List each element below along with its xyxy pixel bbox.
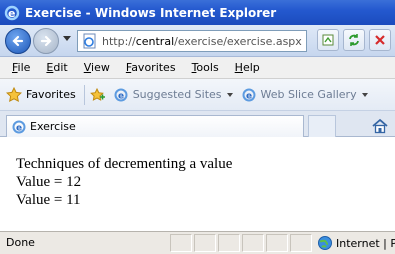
address-url[interactable]: http://central/exercise/exercise.aspx (102, 35, 302, 48)
ie-logo-icon: e (4, 5, 20, 20)
favorites-label: Favorites (26, 88, 76, 101)
ie-page-icon: e (113, 87, 129, 103)
forward-button[interactable] (33, 28, 59, 54)
suggested-sites-label: Suggested Sites (132, 88, 222, 101)
favorites-button[interactable]: Favorites (6, 86, 76, 103)
menu-bar: File Edit View Favorites Tools Help (0, 57, 395, 79)
tab-bar: e Exercise (0, 111, 395, 137)
new-tab-button[interactable] (308, 115, 336, 137)
recent-pages-dropdown[interactable] (63, 36, 71, 41)
address-bar[interactable]: http://central/exercise/exercise.aspx (77, 30, 307, 52)
content-value-line-1: Value = 12 (16, 174, 82, 190)
refresh-button[interactable] (343, 29, 365, 51)
menu-edit[interactable]: Edit (38, 61, 75, 74)
globe-icon (318, 236, 332, 250)
menu-favorites-label: avorites (131, 61, 176, 74)
favorites-separator (83, 84, 85, 105)
url-path: /exercise/exercise.aspx (174, 34, 302, 48)
add-favorites-icon (89, 87, 105, 103)
menu-view-label: iew (91, 61, 110, 74)
menu-file[interactable]: File (4, 61, 38, 74)
tab-label: Exercise (30, 120, 76, 133)
menu-help-label: elp (242, 61, 260, 74)
url-scheme: http:// (102, 34, 136, 48)
status-pane (290, 234, 312, 252)
stop-button[interactable] (369, 29, 391, 51)
menu-tools[interactable]: Tools (184, 61, 227, 74)
svg-text:e: e (16, 123, 22, 133)
status-bar: Done Internet | Pr (0, 231, 395, 254)
home-button[interactable] (365, 115, 395, 137)
menu-file-label: ile (17, 61, 31, 74)
page-content: Techniques of decrementing a value Value… (0, 137, 395, 231)
chevron-down-icon (361, 92, 368, 97)
page-icon (83, 33, 96, 49)
menu-help-accesskey: H (234, 61, 243, 74)
compatibility-view-button[interactable] (317, 29, 339, 51)
status-pane (194, 234, 216, 252)
window-title: Exercise - Windows Internet Explorer (25, 5, 277, 20)
favorites-star-icon (6, 86, 22, 103)
tab-exercise[interactable]: e Exercise (6, 115, 304, 137)
menu-view-accesskey: V (83, 61, 92, 74)
status-pane (266, 234, 288, 252)
svg-text:e: e (246, 91, 252, 101)
url-host: central (135, 34, 175, 48)
back-button[interactable] (5, 28, 31, 54)
compatibility-view-icon (322, 34, 334, 46)
svg-text:e: e (118, 91, 124, 101)
home-icon (372, 118, 388, 134)
navigation-bar: http://central/exercise/exercise.aspx (0, 25, 395, 57)
menu-edit-label: dit (53, 61, 68, 74)
add-to-favorites-bar-button[interactable] (89, 87, 109, 103)
status-pane (242, 234, 264, 252)
back-arrow-icon (12, 35, 24, 47)
menu-help[interactable]: Help (227, 61, 268, 74)
suggested-sites-button[interactable]: e Suggested Sites (113, 87, 233, 103)
menu-view[interactable]: View (76, 61, 118, 74)
refresh-icon (349, 34, 359, 46)
content-heading: Techniques of decrementing a value (16, 156, 233, 172)
stop-icon (375, 35, 385, 45)
window-titlebar: e Exercise - Windows Internet Explorer (0, 0, 395, 25)
status-pane (170, 234, 192, 252)
security-zone-label: Internet | Pr (336, 236, 395, 250)
security-zone[interactable]: Internet | Pr (317, 235, 395, 251)
web-slice-gallery-label: Web Slice Gallery (260, 88, 357, 101)
forward-arrow-icon (40, 35, 52, 47)
web-slice-icon: e (241, 87, 257, 103)
menu-tools-label: ools (196, 61, 219, 74)
content-value-line-2: Value = 11 (16, 192, 81, 208)
status-text: Done (6, 236, 35, 249)
menu-favorites[interactable]: Favorites (118, 61, 184, 74)
svg-text:e: e (8, 7, 15, 20)
favorites-bar: Favorites e Suggested Sites e Web Slice … (0, 79, 395, 111)
web-slice-gallery-button[interactable]: e Web Slice Gallery (241, 87, 368, 103)
chevron-down-icon (226, 92, 233, 97)
status-pane (218, 234, 240, 252)
tab-page-icon: e (12, 120, 26, 133)
